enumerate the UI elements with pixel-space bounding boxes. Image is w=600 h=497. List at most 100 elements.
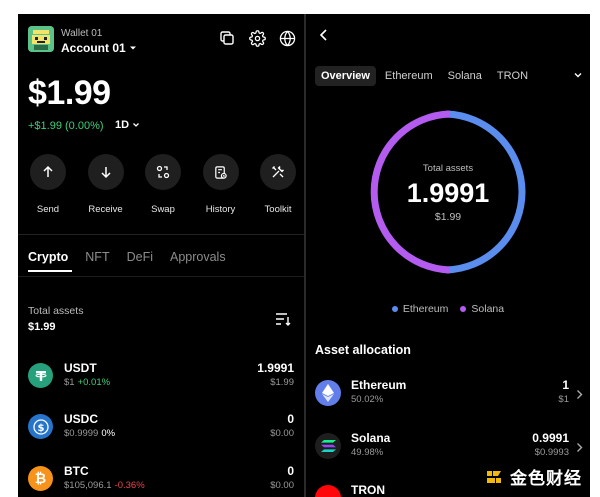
- donut-value: 1.9991: [406, 178, 490, 208]
- time-range-label: 1D: [115, 119, 130, 131]
- asset-row-btc[interactable]: ₿ BTC $105,096.1 -0.36% 0 $0.00: [28, 464, 294, 497]
- allocation-usd: $0.9993: [534, 447, 569, 458]
- wallet-home-panel: Wallet 01 Account 01 $1.99 +$1.99 (0.00%…: [18, 14, 304, 497]
- legend-label: Ethereum: [402, 303, 449, 315]
- receive-button[interactable]: Receive: [82, 154, 130, 215]
- tab-approvals[interactable]: Approvals: [170, 250, 226, 264]
- swap-icon: [145, 154, 181, 190]
- account-avatar[interactable]: [28, 26, 54, 52]
- settings-gear-icon[interactable]: [248, 29, 266, 47]
- account-name: Account 01: [61, 41, 126, 55]
- tab-ethereum[interactable]: Ethereum: [379, 66, 439, 86]
- balance-change: +$1.99 (0.00%): [28, 120, 104, 132]
- account-selector[interactable]: Account 01: [61, 41, 137, 55]
- legend-dot: [391, 306, 398, 313]
- history-button[interactable]: History: [197, 154, 245, 215]
- total-assets-value: $1.99: [28, 321, 56, 333]
- send-button[interactable]: Send: [24, 154, 72, 215]
- allocation-amount: 0.9991: [532, 431, 569, 445]
- ethereum-coin-icon: [315, 380, 341, 406]
- wallet-name: Wallet 01: [61, 28, 103, 39]
- allocation-amount: 1: [562, 378, 569, 392]
- usdt-coin-icon: [28, 363, 53, 388]
- asset-allocation-title: Asset allocation: [315, 343, 411, 357]
- back-chevron-icon[interactable]: [318, 28, 330, 47]
- asset-amount: 0: [287, 464, 294, 478]
- sort-icon[interactable]: [275, 312, 291, 331]
- watermark: 金色财经: [484, 464, 582, 489]
- arrow-down-icon: [87, 154, 124, 190]
- tron-coin-icon: [315, 485, 341, 497]
- solana-coin-icon: [315, 433, 341, 459]
- asset-symbol: USDT: [64, 361, 97, 375]
- total-assets-label: Total assets: [28, 305, 84, 317]
- globe-icon[interactable]: [278, 29, 296, 47]
- chevron-down-icon: [133, 123, 140, 127]
- allocation-row-solana[interactable]: Solana 49.98% 0.9991 $0.9993: [315, 431, 583, 465]
- legend-item-ethereum: Ethereum: [391, 303, 449, 315]
- allocation-name: TRON: [351, 483, 385, 497]
- donut-label: Total assets: [422, 163, 474, 174]
- allocation-row-ethereum[interactable]: Ethereum 50.02% 1 $1: [315, 378, 583, 412]
- tab-nft[interactable]: NFT: [85, 250, 109, 264]
- active-tab-indicator: [28, 270, 72, 272]
- allocation-name: Solana: [351, 431, 391, 445]
- section-divider: [18, 234, 304, 235]
- send-label: Send: [36, 204, 60, 215]
- allocation-share: 50.02%: [351, 394, 384, 405]
- usdc-coin-icon: $: [28, 414, 53, 439]
- watermark-text: 金色财经: [510, 469, 582, 488]
- price-change: 0%: [101, 428, 116, 439]
- asset-symbol: BTC: [64, 464, 89, 478]
- chevron-right-icon: [576, 387, 583, 405]
- asset-price: $1 +0.01%: [64, 377, 110, 388]
- asset-amount: 1.9991: [257, 361, 294, 375]
- asset-overview-panel: Overview Ethereum Solana TRON Total asse…: [306, 14, 590, 497]
- asset-price: $0.9999 0%: [64, 428, 115, 439]
- allocation-share: 49.98%: [351, 447, 384, 458]
- price-value: $0.9999: [64, 428, 99, 439]
- legend-item-solana: Solana: [460, 303, 504, 315]
- price-value: $1: [64, 377, 75, 388]
- tab-tron[interactable]: TRON: [491, 66, 534, 86]
- legend-label: Solana: [471, 303, 505, 315]
- tab-crypto[interactable]: Crypto: [28, 250, 68, 264]
- receive-label: Receive: [88, 204, 123, 215]
- tab-overview[interactable]: Overview: [315, 66, 376, 86]
- history-label: History: [205, 204, 236, 215]
- toolkit-label: Toolkit: [264, 204, 292, 215]
- asset-price: $105,096.1 -0.36%: [64, 480, 145, 491]
- asset-usd-value: $0.00: [270, 480, 294, 491]
- svg-text:$: $: [37, 423, 44, 434]
- price-value: $105,096.1: [64, 480, 112, 491]
- history-icon: [202, 154, 239, 190]
- asset-amount: 0: [287, 412, 294, 426]
- tab-defi[interactable]: DeFi: [127, 250, 153, 264]
- asset-symbol: USDC: [64, 412, 99, 426]
- price-change: -0.36%: [114, 480, 145, 491]
- allocation-name: Ethereum: [351, 378, 407, 392]
- swap-button[interactable]: Swap: [139, 154, 187, 215]
- asset-usd-value: $0.00: [270, 428, 294, 439]
- toolkit-icon: [260, 154, 296, 190]
- tabs-divider: [18, 276, 304, 277]
- jinse-logo-icon: [487, 470, 501, 483]
- toolkit-button[interactable]: Toolkit: [254, 154, 302, 215]
- price-change: +0.01%: [77, 377, 111, 388]
- asset-row-usdt[interactable]: USDT $1 +0.01% 1.9991 $1.99: [28, 361, 294, 395]
- btc-coin-icon: ₿: [28, 466, 53, 491]
- chevron-right-icon: [576, 440, 583, 458]
- tab-solana[interactable]: Solana: [442, 66, 488, 86]
- asset-row-usdc[interactable]: $ USDC $0.9999 0% 0 $0.00: [28, 412, 294, 446]
- donut-usd-value: $1.99: [434, 211, 462, 223]
- arrow-up-icon: [30, 154, 66, 190]
- chevron-down-icon[interactable]: [573, 70, 583, 83]
- chart-legend: Ethereum Solana: [306, 303, 590, 315]
- swap-label: Swap: [151, 204, 175, 215]
- total-balance: $1.99: [28, 74, 111, 112]
- copy-icon[interactable]: [218, 29, 236, 47]
- time-range-selector[interactable]: 1D: [115, 119, 140, 131]
- caret-down-icon: [129, 46, 136, 50]
- asset-usd-value: $1.99: [270, 377, 294, 388]
- allocation-usd: $1: [558, 394, 569, 405]
